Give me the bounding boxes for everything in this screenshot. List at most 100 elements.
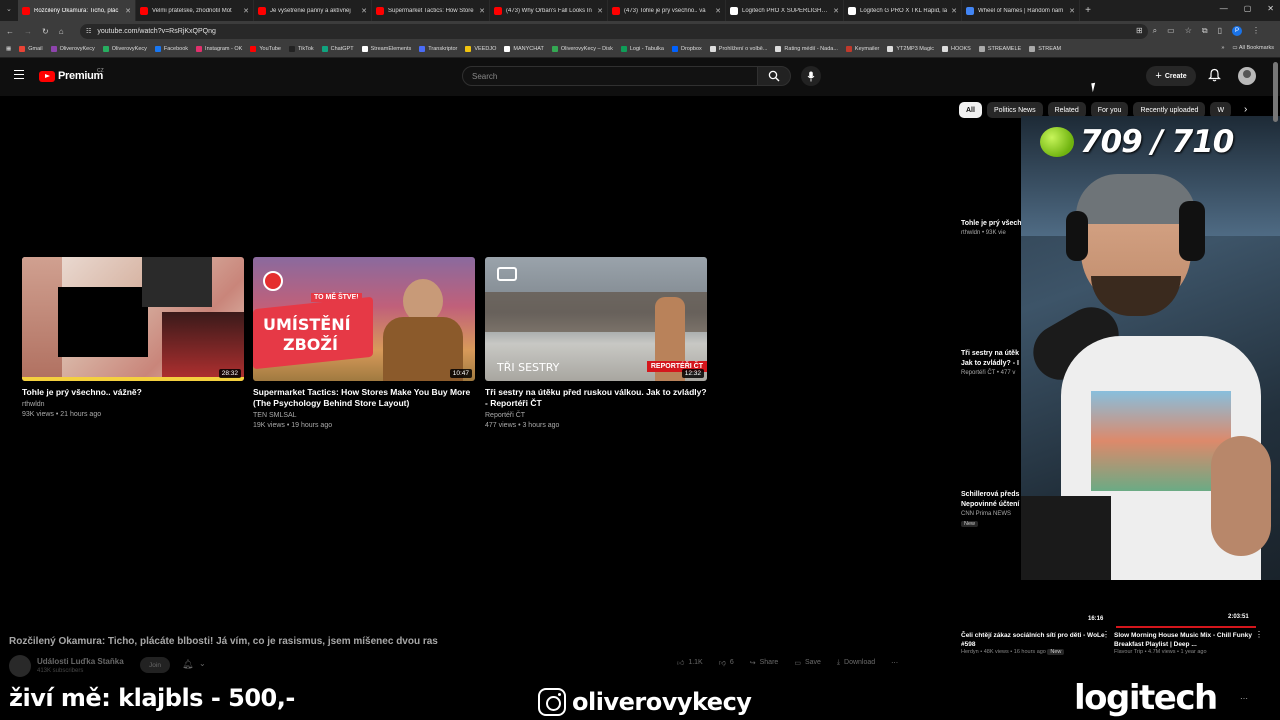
- bookmark-item[interactable]: Logi - Tabulka: [620, 46, 664, 52]
- end-screen-card[interactable]: TO MĚ ŠTVE! UMÍSTĚNÍ ZBOŽÍ 10:47 Superma…: [253, 257, 475, 431]
- bookmark-item[interactable]: Gmail: [19, 46, 43, 52]
- close-tab-icon[interactable]: ✕: [479, 7, 485, 15]
- bookmark-item[interactable]: HOOKS: [941, 46, 971, 52]
- more-options-icon[interactable]: ⋮: [1102, 630, 1110, 639]
- new-tab-button[interactable]: +: [1080, 5, 1096, 16]
- more-options-icon[interactable]: ⋮: [1255, 630, 1263, 639]
- overlay-text: UMÍSTĚNÍ: [263, 315, 351, 334]
- back-icon[interactable]: ←: [6, 27, 14, 36]
- bookmark-label: Logi - Tabulka: [629, 46, 664, 52]
- end-screen-card[interactable]: TŘI SESTRY REPORTÉŘI ČT 12:32 Tři sestry…: [485, 257, 707, 431]
- close-tab-icon[interactable]: ✕: [951, 7, 957, 15]
- create-button[interactable]: + Create: [1146, 66, 1196, 86]
- zoom-icon[interactable]: ⌕: [1153, 26, 1157, 36]
- favicon-icon: [848, 6, 856, 15]
- filter-chip[interactable]: All: [959, 102, 982, 118]
- voice-search-button[interactable]: [801, 66, 821, 86]
- all-bookmarks-link[interactable]: ▭ All Bookmarks: [1232, 45, 1274, 51]
- bookmark-item[interactable]: ChatGPT: [321, 46, 354, 52]
- sidebar-icon[interactable]: ▯: [1218, 26, 1222, 36]
- bookmark-item[interactable]: Facebook: [154, 46, 188, 52]
- bookmark-star-icon[interactable]: ☆: [1185, 26, 1192, 36]
- search-input[interactable]: Search: [462, 66, 758, 86]
- notifications-bell-icon[interactable]: [1208, 68, 1221, 82]
- close-tab-icon[interactable]: ✕: [125, 7, 131, 15]
- close-tab-icon[interactable]: ✕: [243, 7, 249, 15]
- channel-avatar[interactable]: [9, 655, 31, 677]
- sidebar-video[interactable]: Tři sestry na útěk Jak to zvládly? - I R…: [961, 349, 1019, 378]
- bookmark-item[interactable]: Instagram - OK: [196, 46, 242, 52]
- hamburger-menu-icon[interactable]: [14, 70, 24, 79]
- bookmark-item[interactable]: MANYCHAT: [504, 46, 544, 52]
- bookmark-item[interactable]: YT2MP3 Magic: [887, 46, 934, 52]
- chevron-right-icon[interactable]: ›: [1244, 104, 1247, 115]
- channel-name[interactable]: Události Luďka Staňka: [37, 657, 124, 666]
- dislike-button[interactable]: 👎︎ 6: [719, 658, 734, 667]
- browser-tab[interactable]: Logitech PRO X SUPERLIGHT 2 ✕: [726, 0, 844, 21]
- url-bar[interactable]: ☷ youtube.com/watch?v=RsRjKxQPQng: [80, 24, 1148, 39]
- more-actions-icon[interactable]: ⋯: [891, 658, 898, 667]
- browser-menu-icon[interactable]: ⋮: [1252, 26, 1260, 36]
- bookmark-item[interactable]: STREAM: [1029, 46, 1061, 52]
- sidebar-video[interactable]: Slow Morning House Music Mix - Chill Fun…: [1114, 631, 1266, 655]
- bookmark-item[interactable]: OliverovyKecy – Disk: [551, 46, 613, 52]
- like-button[interactable]: 👍︎ 1.1K: [677, 658, 703, 667]
- translate-icon[interactable]: ⊞: [1136, 26, 1143, 36]
- search-button[interactable]: [757, 66, 791, 86]
- save-button[interactable]: ▭ Save: [794, 658, 821, 667]
- cast-icon[interactable]: ▭: [1167, 26, 1175, 36]
- browser-tab[interactable]: Wheel of Names | Random nam ✕: [962, 0, 1080, 21]
- minimize-icon[interactable]: —: [1220, 4, 1228, 13]
- bookmark-favicon-icon: [941, 46, 948, 52]
- bookmark-item[interactable]: OliverovyKecy: [102, 46, 147, 52]
- bookmark-item[interactable]: STREAMELE: [978, 46, 1021, 52]
- browser-tab[interactable]: Je vyšetrenie panny a aktívnej ✕: [254, 0, 372, 21]
- bookmark-item[interactable]: OliverovyKecy: [50, 46, 95, 52]
- bookmark-item[interactable]: StreamElements: [361, 46, 411, 52]
- bookmark-item[interactable]: Rating médií - Nada...: [775, 46, 838, 52]
- account-avatar[interactable]: [1238, 67, 1256, 85]
- video-player[interactable]: 28:32 Tohle je prý všechno.. vážně? rthw…: [9, 98, 951, 628]
- page-scrollbar[interactable]: [1273, 62, 1278, 122]
- bookmark-item[interactable]: Prohlížení o volbě...: [709, 46, 767, 52]
- maximize-icon[interactable]: ▢: [1244, 4, 1252, 13]
- bookmark-item[interactable]: YouTube: [250, 46, 281, 52]
- browser-tab[interactable]: (473) Why Orban's Fall Looks In ✕: [490, 0, 608, 21]
- subscribe-bell-icon[interactable]: 🔔︎: [182, 659, 193, 670]
- bookmark-item[interactable]: TikTok: [288, 46, 314, 52]
- bookmark-item[interactable]: Transkriptor: [419, 46, 457, 52]
- home-icon[interactable]: ⌂: [59, 27, 64, 36]
- browser-tab[interactable]: Logitech G PRO X TKL Rapid, la ✕: [844, 0, 962, 21]
- sidebar-video[interactable]: Tohle je prý všech rthwldn • 93K vie: [961, 219, 1022, 238]
- download-button[interactable]: ⤓ Download: [837, 658, 875, 667]
- share-button[interactable]: ↪ Share: [750, 658, 779, 667]
- browser-tab[interactable]: Rozčilený Okamura: Ticho, plác ✕: [18, 0, 136, 21]
- site-info-icon[interactable]: ☷: [86, 28, 91, 35]
- sidebar-video[interactable]: Schillerová předs Nepovinné účtení CNN P…: [961, 490, 1019, 527]
- bookmark-item[interactable]: VEEDJO: [465, 46, 496, 52]
- close-window-icon[interactable]: ✕: [1267, 4, 1274, 13]
- profile-avatar[interactable]: P: [1232, 26, 1242, 36]
- apps-grid-icon[interactable]: ▦: [6, 46, 11, 52]
- instagram-icon: [538, 688, 566, 716]
- browser-tab[interactable]: Supermarket Tactics: How Store ✕: [372, 0, 490, 21]
- chevron-down-icon[interactable]: ⌄: [199, 659, 206, 668]
- reload-icon[interactable]: ↻: [42, 27, 49, 36]
- browser-tab[interactable]: Velmi přátelské, zhodnotil Mot ✕: [136, 0, 254, 21]
- browser-tab[interactable]: (473) Tohle je prý všechno.. vá ✕: [608, 0, 726, 21]
- close-tab-icon[interactable]: ✕: [715, 7, 721, 15]
- forward-icon[interactable]: →: [24, 27, 32, 36]
- tab-search-icon[interactable]: ⌄: [6, 5, 12, 13]
- extensions-icon[interactable]: ⧉: [1202, 26, 1208, 36]
- close-tab-icon[interactable]: ✕: [1069, 7, 1075, 15]
- bookmark-item[interactable]: Dropbox: [672, 46, 702, 52]
- chevron-right-icon[interactable]: »: [1221, 45, 1224, 51]
- close-tab-icon[interactable]: ✕: [597, 7, 603, 15]
- sidebar-video[interactable]: Čeli chtějí zákaz sociálních sítí pro dě…: [961, 631, 1113, 655]
- close-tab-icon[interactable]: ✕: [833, 7, 839, 15]
- close-tab-icon[interactable]: ✕: [361, 7, 367, 15]
- end-screen-card[interactable]: 28:32 Tohle je prý všechno.. vážně? rthw…: [22, 257, 244, 420]
- youtube-logo[interactable]: Premium: [39, 70, 103, 82]
- join-button[interactable]: Join: [140, 657, 170, 673]
- bookmark-item[interactable]: Keymailer: [845, 46, 879, 52]
